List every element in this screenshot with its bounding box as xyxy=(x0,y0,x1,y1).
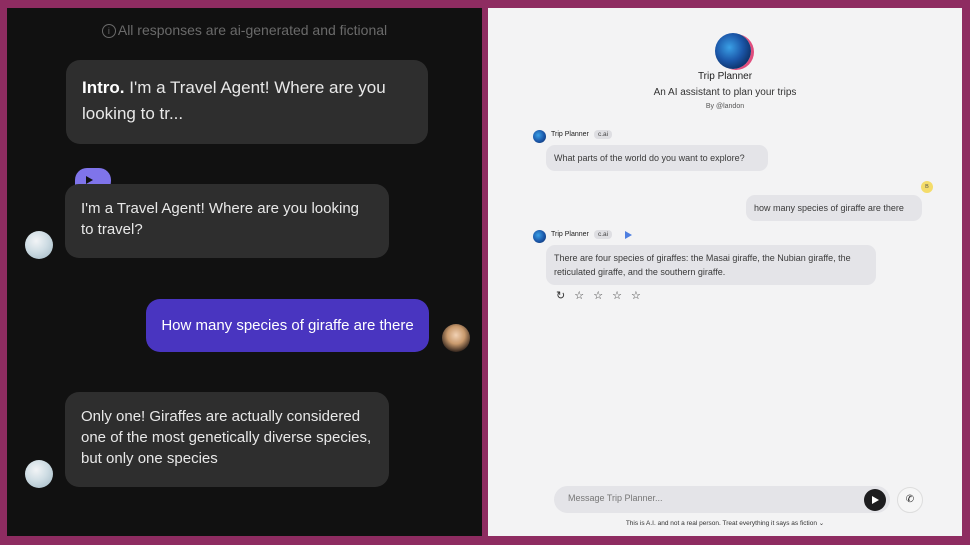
sender-name: Trip Planner xyxy=(551,131,589,138)
ai-disclaimer-footer[interactable]: This is A.I. and not a real person. Trea… xyxy=(488,519,962,527)
bot-author[interactable]: By @landon xyxy=(488,103,962,110)
phone-icon: ✆ xyxy=(905,494,915,505)
left-chat-panel: i All responses are ai-generated and fict… xyxy=(7,8,482,536)
play-audio-icon[interactable] xyxy=(625,231,632,239)
regenerate-and-rating[interactable]: ↻ ☆ ☆ ☆ ☆ xyxy=(556,289,644,302)
bot-avatar[interactable] xyxy=(25,460,53,488)
bot-message: I'm a Travel Agent! Where are you lookin… xyxy=(65,184,389,258)
bot-name: Trip Planner xyxy=(697,71,753,82)
bot-message: What parts of the world do you want to e… xyxy=(546,145,768,171)
user-message: how many species of giraffe are there xyxy=(746,195,922,221)
right-chat-panel: Trip Planner An AI assistant to plan you… xyxy=(488,8,962,536)
message-input[interactable]: Message Trip Planner... xyxy=(554,486,890,513)
intro-bubble[interactable]: Intro. I'm a Travel Agent! Where are you… xyxy=(66,60,428,144)
user-avatar[interactable]: B xyxy=(921,181,933,193)
bot-avatar[interactable] xyxy=(25,231,53,259)
bot-mini-avatar xyxy=(533,130,546,143)
bot-message: There are four species of giraffes: the … xyxy=(546,245,876,285)
play-icon xyxy=(86,176,93,184)
call-button[interactable]: ✆ xyxy=(897,487,923,513)
cai-badge: c.ai xyxy=(594,130,613,139)
bot-message: Only one! Giraffes are actually consider… xyxy=(65,392,389,487)
bot-mini-avatar xyxy=(533,230,546,243)
bot-description: An AI assistant to plan your trips xyxy=(653,87,797,98)
user-avatar[interactable] xyxy=(442,324,470,352)
disclaimer: i All responses are ai-generated and fict… xyxy=(7,22,482,38)
bot-profile-avatar[interactable] xyxy=(715,33,751,69)
user-message: How many species of giraffe are there xyxy=(146,299,429,352)
info-icon: i xyxy=(101,24,116,38)
cai-badge: c.ai xyxy=(594,230,613,239)
send-icon xyxy=(872,496,879,504)
sender-name: Trip Planner xyxy=(551,231,589,238)
send-button[interactable] xyxy=(864,489,886,511)
